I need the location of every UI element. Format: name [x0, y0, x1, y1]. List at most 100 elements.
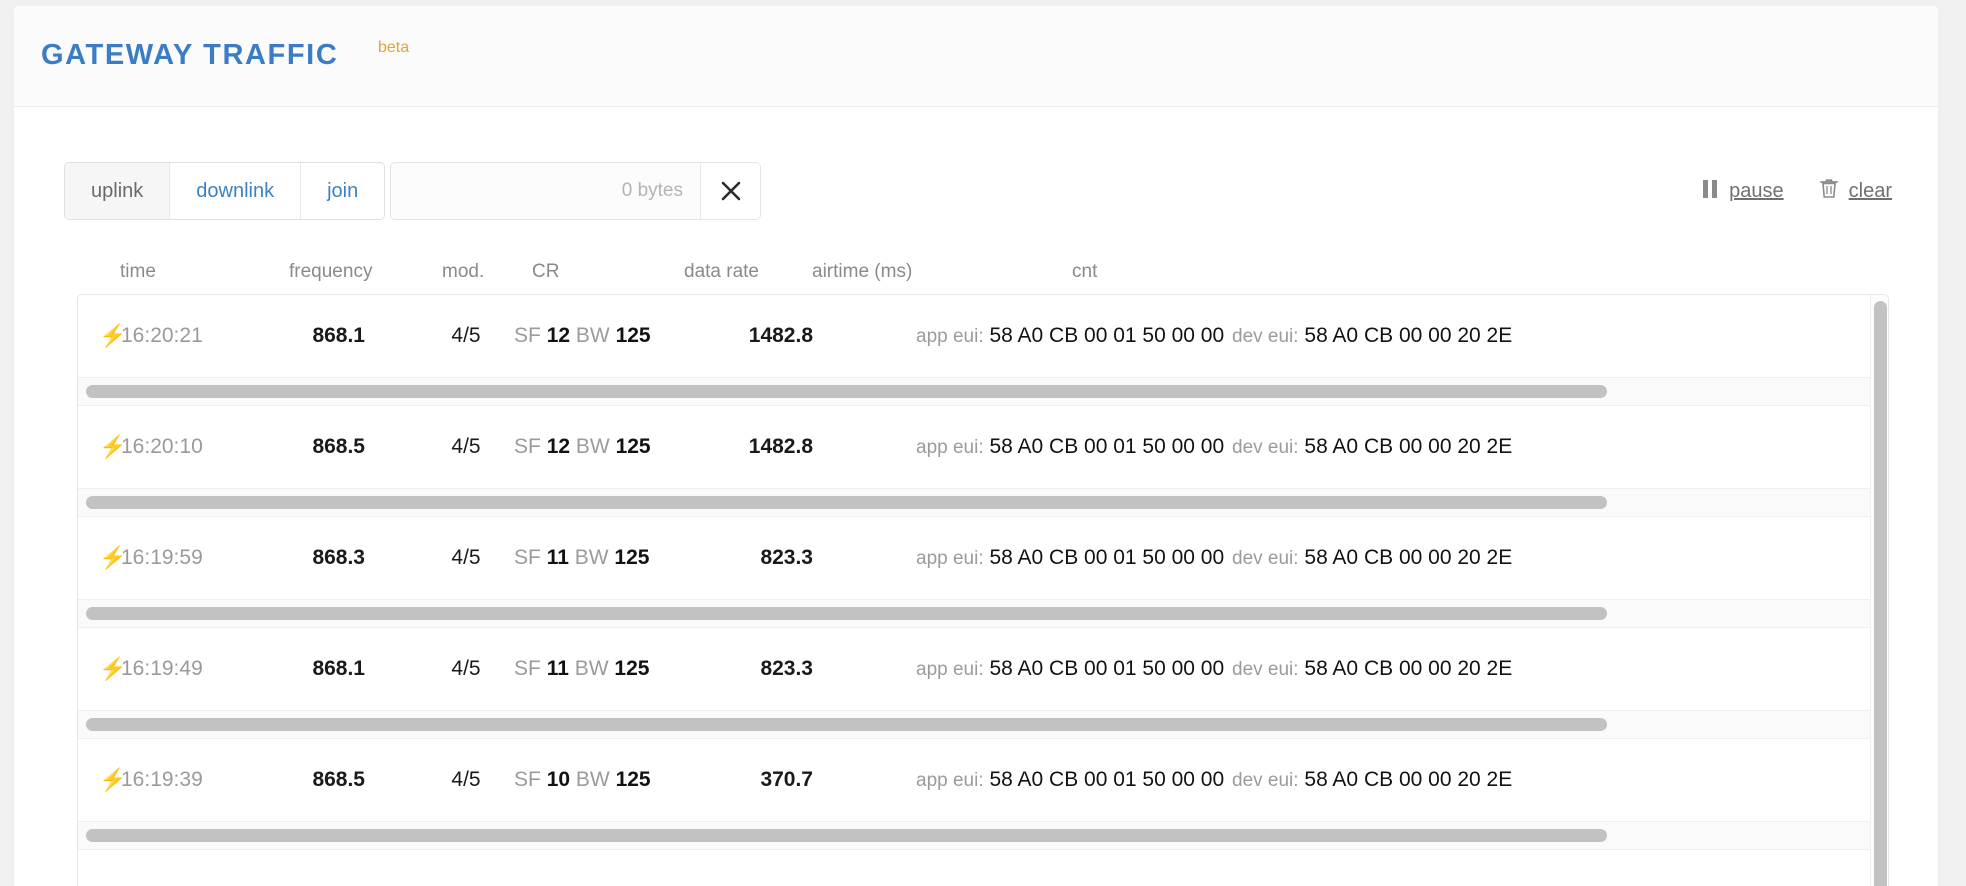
table-row[interactable]: ⚡ 16:20:10 868.5 4/5 SF 12 BW 125 1482.8 app e…: [78, 406, 1870, 489]
traffic-rows-viewport: ⚡ 16:20:21 868.1 4/5 SF 12 BW 125 1482.8 app e…: [78, 295, 1870, 886]
cell-cr: 4/5: [451, 546, 481, 569]
data-rate-bw-label: BW: [575, 768, 610, 791]
close-button[interactable]: [700, 163, 760, 219]
cell-app-eui: app eui: 58 A0 CB 00 01 50 00 00: [916, 435, 1224, 459]
cell-frequency: 868.1: [312, 657, 365, 680]
column-header-data-rate: data rate: [684, 261, 759, 282]
cell-cr: 4/5: [451, 435, 481, 458]
data-rate-sf-value: 10: [546, 768, 571, 791]
data-rate-bw-value: 125: [615, 768, 651, 791]
table-row-content: ⚡ 16:19:49 868.1 4/5 SF 11 BW 125 823.3 app eu…: [78, 628, 1870, 710]
app-eui-value: 58 A0 CB 00 01 50 00 00: [989, 768, 1225, 791]
cell-cr: 4/5: [451, 324, 481, 347]
pause-button[interactable]: pause: [1702, 179, 1784, 204]
data-rate-sf-label: SF: [514, 768, 541, 791]
cell-airtime: 823.3: [760, 657, 813, 680]
column-header-cnt: cnt: [1072, 261, 1098, 282]
app-eui-value: 58 A0 CB 00 01 50 00 00: [989, 435, 1225, 458]
row-horizontal-scrollbar-thumb[interactable]: [86, 385, 1607, 398]
close-icon: [720, 180, 742, 202]
table-row-content: ⚡ 16:20:10 868.5 4/5 SF 12 BW 125 1482.8 app e…: [78, 406, 1870, 488]
data-rate-sf-value: 11: [546, 657, 569, 680]
cell-time: 16:20:10: [121, 435, 203, 458]
column-header-frequency: frequency: [289, 261, 373, 282]
vertical-scrollbar[interactable]: [1870, 295, 1888, 886]
data-rate-bw-label: BW: [575, 324, 610, 347]
data-rate-bw-value: 125: [615, 324, 651, 347]
cell-data-rate: SF 11 BW 125: [514, 546, 649, 570]
table-row[interactable]: ⚡ 16:19:59 868.3 4/5 SF 11 BW 125 823.3 app eu…: [78, 517, 1870, 600]
cell-cr: 4/5: [451, 768, 481, 791]
row-horizontal-scrollbar-thumb[interactable]: [86, 496, 1607, 509]
cell-data-rate: SF 11 BW 125: [514, 657, 649, 681]
data-rate-bw-value: 125: [615, 435, 651, 458]
cell-dev-eui: dev eui: 58 A0 CB 00 00 20 2E: [1232, 768, 1512, 792]
data-rate-sf-label: SF: [514, 324, 541, 347]
row-horizontal-scrollbar[interactable]: [78, 711, 1870, 739]
dev-eui-label: dev eui:: [1232, 437, 1299, 458]
table-row-content: ⚡ 16:19:39 868.5 4/5 SF 10 BW 125 370.7 app eu…: [78, 739, 1870, 821]
data-rate-bw-label: BW: [574, 657, 609, 680]
app-eui-label: app eui:: [916, 326, 984, 347]
gateway-traffic-card: Gateway Traffic beta uplink downlink joi…: [14, 6, 1938, 886]
cell-airtime: 1482.8: [748, 324, 813, 347]
cell-time: 16:19:59: [121, 546, 203, 569]
table-row[interactable]: ⚡ 16:19:49 868.1 4/5 SF 11 BW 125 823.3 app eu…: [78, 628, 1870, 711]
column-header-time: time: [120, 261, 156, 282]
cell-cr: 4/5: [451, 657, 481, 680]
row-horizontal-scrollbar-thumb[interactable]: [86, 718, 1607, 731]
pause-icon: [1702, 179, 1718, 204]
tab-downlink[interactable]: downlink: [170, 163, 302, 219]
app-eui-value: 58 A0 CB 00 01 50 00 00: [989, 324, 1225, 347]
data-rate-bw-value: 125: [614, 546, 650, 569]
dev-eui-label: dev eui:: [1232, 326, 1299, 347]
app-eui-value: 58 A0 CB 00 01 50 00 00: [989, 546, 1225, 569]
cell-time: 16:19:39: [121, 768, 203, 791]
cell-data-rate: SF 12 BW 125: [514, 324, 651, 348]
pause-label: pause: [1729, 179, 1784, 202]
stream-controls: pause clear: [1702, 162, 1892, 220]
data-rate-sf-label: SF: [514, 657, 541, 680]
cell-app-eui: app eui: 58 A0 CB 00 01 50 00 00: [916, 768, 1224, 792]
tab-uplink[interactable]: uplink: [65, 163, 171, 219]
row-horizontal-scrollbar[interactable]: [78, 822, 1870, 850]
data-rate-sf-label: SF: [514, 435, 541, 458]
cell-dev-eui: dev eui: 58 A0 CB 00 00 20 2E: [1232, 324, 1512, 348]
row-horizontal-scrollbar[interactable]: [78, 600, 1870, 628]
cell-dev-eui: dev eui: 58 A0 CB 00 00 20 2E: [1232, 546, 1512, 570]
cell-data-rate: SF 10 BW 125: [514, 768, 651, 792]
vertical-scrollbar-thumb[interactable]: [1874, 301, 1887, 886]
row-horizontal-scrollbar-thumb[interactable]: [86, 607, 1607, 620]
cell-airtime: 823.3: [760, 546, 813, 569]
cell-frequency: 868.1: [312, 324, 365, 347]
clear-label: clear: [1848, 179, 1892, 202]
tab-join[interactable]: join: [301, 163, 385, 219]
data-rate-sf-value: 12: [546, 435, 571, 458]
cell-frequency: 868.5: [312, 435, 365, 458]
cell-airtime: 370.7: [760, 768, 813, 791]
traffic-table: ⚡ 16:20:21 868.1 4/5 SF 12 BW 125 1482.8 app e…: [77, 294, 1889, 886]
dev-eui-label: dev eui:: [1232, 770, 1299, 791]
cell-time: 16:20:21: [121, 324, 203, 347]
data-rate-bw-label: BW: [574, 546, 609, 569]
beta-badge: beta: [378, 39, 410, 56]
cell-app-eui: app eui: 58 A0 CB 00 01 50 00 00: [916, 546, 1224, 570]
cell-frequency: 868.3: [312, 546, 365, 569]
table-row[interactable]: ⚡ 16:20:21 868.1 4/5 SF 12 BW 125 1482.8 app e…: [78, 295, 1870, 378]
row-horizontal-scrollbar-thumb[interactable]: [86, 829, 1607, 842]
table-row-content: ⚡ 16:20:21 868.1 4/5 SF 12 BW 125 1482.8 app e…: [78, 295, 1870, 377]
clear-button[interactable]: clear: [1819, 178, 1892, 204]
app-eui-label: app eui:: [916, 437, 984, 458]
app-eui-label: app eui:: [916, 548, 984, 569]
column-header-airtime: airtime (ms): [812, 261, 913, 282]
bytes-counter: 0 bytes: [621, 180, 683, 201]
dev-eui-value: 58 A0 CB 00 00 20 2E: [1304, 324, 1513, 347]
data-rate-bw-value: 125: [614, 657, 650, 680]
table-row[interactable]: ⚡ 16:19:39 868.5 4/5 SF 10 BW 125 370.7 app eu…: [78, 739, 1870, 822]
traffic-type-tabs: uplink downlink join: [64, 162, 386, 220]
data-rate-sf-value: 12: [546, 324, 571, 347]
row-horizontal-scrollbar[interactable]: [78, 489, 1870, 517]
row-horizontal-scrollbar[interactable]: [78, 378, 1870, 406]
cell-dev-eui: dev eui: 58 A0 CB 00 00 20 2E: [1232, 657, 1512, 681]
column-header-mod: mod.: [442, 261, 485, 282]
